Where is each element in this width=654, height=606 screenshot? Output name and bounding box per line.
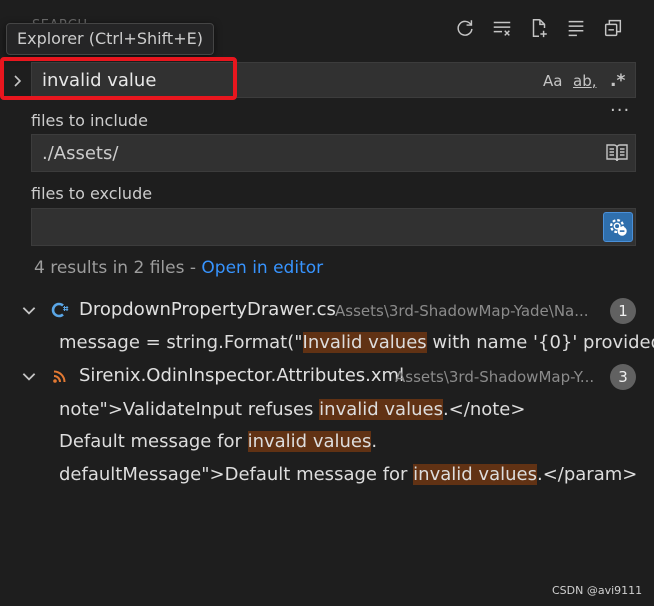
regex-toggle[interactable]: .* <box>610 70 625 92</box>
match-prefix: Default message for <box>59 431 248 452</box>
search-toolbar <box>446 14 631 42</box>
match-highlight: invalid values <box>413 464 537 485</box>
results-summary: 4 results in 2 files - Open in editor <box>34 258 323 278</box>
result-match-line[interactable]: Default message for invalid values. <box>59 431 654 452</box>
match-prefix: message = string.Format(" <box>59 332 303 353</box>
annotation-highlight-box <box>0 57 237 100</box>
files-to-exclude-label: files to exclude <box>31 184 153 203</box>
files-to-include-label: files to include <box>31 111 148 130</box>
results-count-text: 4 results in 2 files - <box>34 258 202 278</box>
match-highlight: invalid values <box>319 399 443 420</box>
result-file-name: Sirenix.OdinInspector.Attributes.xml <box>79 365 405 386</box>
refresh-icon[interactable] <box>446 14 483 42</box>
use-exclude-settings-gear-icon[interactable] <box>603 212 633 242</box>
result-file-name: DropdownPropertyDrawer.cs <box>79 299 336 320</box>
match-highlight: Invalid values <box>302 332 427 353</box>
whole-word-label: ab <box>573 72 592 90</box>
chevron-down-icon[interactable] <box>20 301 38 319</box>
match-suffix: .</param> <box>536 464 638 485</box>
chevron-down-icon[interactable] <box>20 367 38 385</box>
match-case-toggle[interactable]: Aa <box>543 70 562 92</box>
result-file-row[interactable]: Sirenix.OdinInspector.Attributes.xml Ass… <box>0 361 654 393</box>
result-file-path: Assets\3rd-ShadowMap-Y... <box>395 368 595 386</box>
match-suffix: .</note> <box>442 399 526 420</box>
open-in-editor-link[interactable]: Open in editor <box>201 258 323 278</box>
result-match-line[interactable]: message = string.Format("Invalid values … <box>59 332 654 353</box>
match-count-badge: 1 <box>610 298 636 324</box>
match-prefix: defaultMessage">Default message for <box>59 464 414 485</box>
match-highlight: invalid values <box>247 431 372 452</box>
result-match-line[interactable]: note">ValidateInput refuses invalid valu… <box>59 399 654 420</box>
view-as-tree-icon[interactable] <box>557 14 594 42</box>
whole-word-toggle[interactable]: ab, <box>573 70 597 92</box>
result-match-line[interactable]: defaultMessage">Default message for inva… <box>59 464 654 485</box>
match-suffix: . <box>371 431 378 452</box>
match-prefix: note">ValidateInput refuses <box>59 399 320 420</box>
result-file-path: Assets\3rd-ShadowMap-Yade\Na... <box>335 302 589 320</box>
rss-xml-icon <box>53 370 66 383</box>
clear-results-icon[interactable] <box>483 14 520 42</box>
files-to-include-value[interactable]: ./Assets/ <box>42 143 118 164</box>
result-file-row[interactable]: DropdownPropertyDrawer.cs Assets\3rd-Sha… <box>0 295 654 327</box>
book-icon[interactable] <box>606 143 628 163</box>
watermark: CSDN @avi9111 <box>552 584 643 597</box>
csharp-icon <box>51 302 69 318</box>
files-to-exclude-input[interactable] <box>31 208 636 246</box>
collapse-all-icon[interactable] <box>594 14 631 42</box>
match-suffix: with name '{0}' provided to... <box>432 332 654 353</box>
tooltip: Explorer (Ctrl+Shift+E) <box>6 23 214 55</box>
match-count-badge: 3 <box>610 364 636 390</box>
new-search-editor-icon[interactable] <box>520 14 557 42</box>
files-to-include-input[interactable]: ./Assets/ <box>31 134 636 172</box>
more-options-icon[interactable]: ··· <box>610 100 630 121</box>
